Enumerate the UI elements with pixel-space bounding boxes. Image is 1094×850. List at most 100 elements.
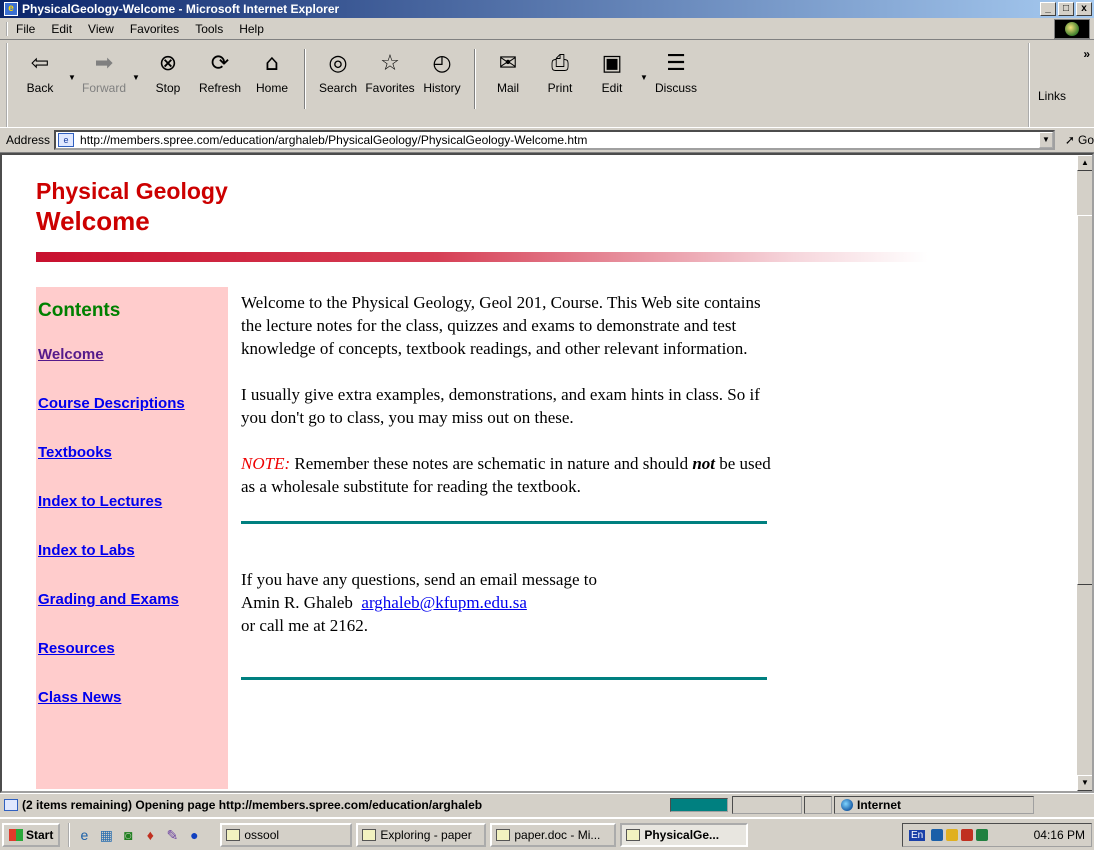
scroll-up-icon[interactable]: ▲ xyxy=(1077,155,1092,171)
vertical-scrollbar[interactable]: ▲ ▼ xyxy=(1076,155,1092,791)
edit-dropdown-icon[interactable]: ▼ xyxy=(638,43,650,127)
window-title-bar[interactable]: e PhysicalGeology-Welcome - Microsoft In… xyxy=(0,0,1094,18)
scroll-thumb[interactable] xyxy=(1077,215,1092,585)
edit-button[interactable]: ▣ Edit xyxy=(586,43,638,123)
task-paper-doc[interactable]: paper.doc - Mi... xyxy=(490,822,617,847)
contact-name: Amin R. Ghaleb xyxy=(241,593,353,612)
clock[interactable]: 04:16 PM xyxy=(1034,828,1085,842)
email-link[interactable]: arghaleb@kfupm.edu.sa xyxy=(361,593,526,612)
maximize-button[interactable]: □ xyxy=(1058,2,1074,16)
menu-file[interactable]: File xyxy=(6,21,43,36)
note-paragraph: NOTE: Remember these notes are schematic… xyxy=(241,452,781,498)
page-icon: e xyxy=(58,133,75,147)
search-button[interactable]: ◎ Search xyxy=(312,43,364,123)
window-title: PhysicalGeology-Welcome - Microsoft Inte… xyxy=(22,2,340,16)
nav-link-index-to-lectures[interactable]: Index to Lectures xyxy=(38,492,228,512)
stop-button[interactable]: ⊗ Stop xyxy=(142,43,194,123)
desktop-icon[interactable]: ▦ xyxy=(98,827,114,843)
word-doc-icon xyxy=(496,828,511,841)
ie-page-icon xyxy=(626,828,641,841)
menu-tools[interactable]: Tools xyxy=(187,22,231,36)
links-toolbar[interactable]: » Links xyxy=(1028,43,1094,127)
nav-link-course-descriptions[interactable]: Course Descriptions xyxy=(38,394,228,414)
discuss-button[interactable]: ☰ Discuss xyxy=(650,43,702,123)
scroll-down-icon[interactable]: ▼ xyxy=(1077,775,1092,791)
page-content: Physical Geology Welcome Contents Welcom… xyxy=(36,177,1066,789)
teal-divider-bottom xyxy=(241,677,767,680)
back-button[interactable]: ⇦ Back xyxy=(14,43,66,123)
refresh-label: Refresh xyxy=(198,81,242,95)
antivirus-icon[interactable] xyxy=(946,829,959,841)
windows-flag-icon xyxy=(9,828,23,841)
print-button[interactable]: ⎙ Print xyxy=(534,43,586,123)
address-dropdown-icon[interactable]: ▼ xyxy=(1038,132,1053,148)
toolbar-separator xyxy=(474,49,476,109)
course-title: Physical Geology xyxy=(36,178,228,204)
menu-edit[interactable]: Edit xyxy=(43,22,80,36)
page-loading-icon xyxy=(4,798,18,811)
address-input[interactable]: e http://members.spree.com/education/arg… xyxy=(54,130,1055,150)
back-dropdown-icon[interactable]: ▼ xyxy=(66,43,78,127)
channels-icon[interactable]: ♦ xyxy=(142,827,158,843)
favorites-label: Favorites xyxy=(365,81,415,95)
close-button[interactable]: x xyxy=(1076,2,1092,16)
forward-arrow-icon: ➡ xyxy=(94,51,114,76)
nav-link-grading-and-exams[interactable]: Grading and Exams xyxy=(38,590,228,610)
edit-label: Edit xyxy=(601,81,623,95)
address-label: Address xyxy=(6,133,51,147)
favorites-button[interactable]: ☆ Favorites xyxy=(364,43,416,123)
forward-button[interactable]: ➡ Forward xyxy=(78,43,130,123)
menu-view[interactable]: View xyxy=(80,22,122,36)
nav-link-index-to-labs[interactable]: Index to Labs xyxy=(38,541,228,561)
nav-link-welcome[interactable]: Welcome xyxy=(38,345,228,365)
links-label: Links xyxy=(1038,89,1067,103)
messenger-icon[interactable]: ● xyxy=(186,827,202,843)
task-physicalgeology[interactable]: PhysicalGe... xyxy=(620,822,749,847)
network-icon[interactable] xyxy=(931,829,944,841)
volume-icon[interactable] xyxy=(961,829,974,841)
paint-icon[interactable]: ✎ xyxy=(164,827,180,843)
chevron-right-icon[interactable]: » xyxy=(1083,47,1090,61)
address-url[interactable]: http://members.spree.com/education/argha… xyxy=(80,133,587,147)
main-text: Welcome to the Physical Geology, Geol 20… xyxy=(241,291,781,724)
discuss-icon: ☰ xyxy=(666,51,686,76)
search-icon: ◎ xyxy=(328,51,348,76)
gradient-divider xyxy=(36,252,928,262)
go-button[interactable]: ➚ Go xyxy=(1065,133,1094,147)
status-panel xyxy=(804,795,832,814)
toolbar-separator xyxy=(304,49,306,109)
menu-favorites[interactable]: Favorites xyxy=(122,22,187,36)
language-indicator[interactable]: En xyxy=(909,829,926,841)
outlook-icon[interactable]: ◙ xyxy=(120,827,136,843)
system-tray: En 04:16 PM xyxy=(902,823,1092,847)
go-label: Go xyxy=(1077,133,1094,147)
nav-link-resources[interactable]: Resources xyxy=(38,639,228,659)
home-button[interactable]: ⌂ Home xyxy=(246,43,298,123)
minimize-button[interactable]: _ xyxy=(1040,2,1056,16)
nav-link-class-news[interactable]: Class News xyxy=(38,688,228,708)
go-arrow-icon: ➚ xyxy=(1064,133,1075,147)
start-label: Start xyxy=(26,827,54,842)
status-bar: (2 items remaining) Opening page http://… xyxy=(0,793,1094,815)
nav-link-textbooks[interactable]: Textbooks xyxy=(38,443,228,463)
globe-icon xyxy=(841,798,853,811)
window-controls: _ □ x xyxy=(1040,2,1092,16)
history-label: History xyxy=(423,81,461,95)
history-button[interactable]: ◴ History xyxy=(416,43,468,123)
printer-icon: ⎙ xyxy=(551,51,569,76)
forward-dropdown-icon[interactable]: ▼ xyxy=(130,43,142,127)
refresh-button[interactable]: ⟳ Refresh xyxy=(194,43,246,123)
start-button[interactable]: Start xyxy=(2,822,61,847)
contact-block: Amin R. Ghaleb arghaleb@kfupm.edu.sa xyxy=(241,591,781,614)
ie-quicklaunch-icon[interactable]: e xyxy=(76,827,92,843)
monitor-icon[interactable] xyxy=(976,829,989,841)
task-ossool[interactable]: ossool xyxy=(220,822,353,847)
browser-viewport: Physical Geology Welcome Contents Welcom… xyxy=(0,153,1094,793)
favorites-icon: ☆ xyxy=(380,51,400,76)
task-label: Exploring - paper xyxy=(380,827,472,842)
note-label: NOTE: xyxy=(241,454,291,473)
mail-button[interactable]: ✉ Mail xyxy=(482,43,534,123)
menu-help[interactable]: Help xyxy=(231,22,272,36)
task-exploring[interactable]: Exploring - paper xyxy=(356,822,487,847)
print-label: Print xyxy=(547,81,573,95)
